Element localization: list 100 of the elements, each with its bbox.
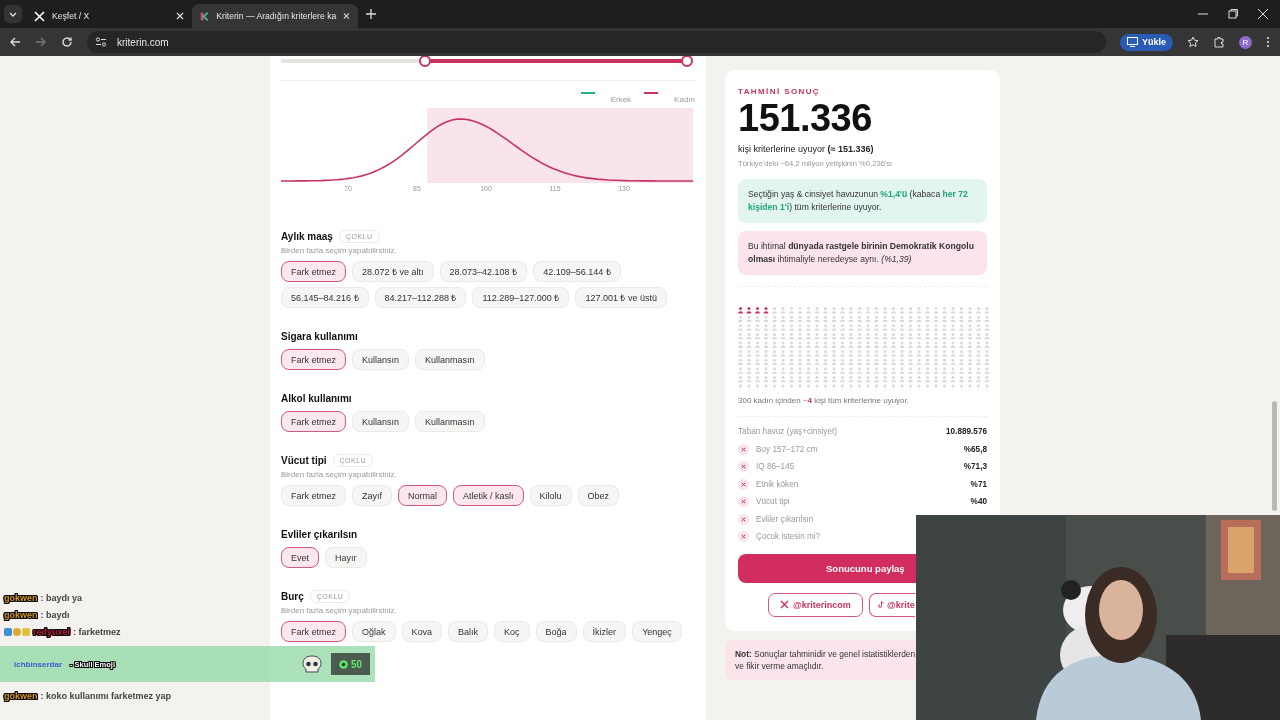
option-chip[interactable]: Kullansın — [352, 411, 410, 432]
cross-icon — [738, 496, 749, 508]
option-chip[interactable]: Kullansın — [352, 349, 410, 370]
option-chip[interactable]: 56.145–84.216 ₺ — [281, 287, 369, 308]
points-badge: 50 — [330, 653, 370, 675]
cross-logo-icon — [34, 10, 45, 22]
option-chip[interactable]: Kova — [401, 621, 443, 642]
option-chip[interactable]: Boğa — [535, 621, 577, 642]
upload-button[interactable]: Yükle — [1120, 33, 1173, 51]
cross-icon — [738, 531, 749, 543]
option-chip[interactable]: Fark etmez — [281, 485, 346, 506]
legend-label: Kadın — [674, 95, 695, 104]
stat-label: Çocuk istesin mi? — [756, 532, 822, 542]
section-title: Sigara kullanımı — [281, 330, 358, 342]
cross-logo-icon — [780, 600, 789, 609]
option-chip[interactable]: 112.289–127.000 ₺ — [472, 287, 570, 308]
stat-label: IQ 86–145 — [756, 462, 796, 472]
social-link-button[interactable]: @krite — [868, 592, 915, 617]
option-chip[interactable]: Fark etmez — [281, 349, 346, 370]
music-note-icon — [877, 600, 884, 609]
option-chip[interactable]: Koç — [494, 621, 530, 642]
coin-icon — [338, 659, 348, 669]
chevron-down-icon — [9, 11, 17, 17]
chat-message: : baydı — [40, 610, 70, 620]
favicon-icon — [200, 10, 210, 22]
chat-message: : koko kullanımı farketmez yap — [40, 691, 172, 701]
chat-username: gokwen — [4, 691, 38, 701]
tab-search-button[interactable] — [4, 5, 22, 23]
close-icon[interactable] — [176, 12, 184, 20]
option-chip[interactable]: Fark etmez — [281, 411, 346, 432]
stat-value: %40 — [970, 497, 987, 507]
stat-value: 10.889.576 — [946, 427, 987, 437]
browser-tab[interactable]: Kriterin — Aradığın kriterlere ka — [192, 4, 358, 28]
forward-icon[interactable] — [35, 36, 47, 48]
option-chip[interactable]: Zayıf — [352, 485, 393, 506]
cross-icon — [738, 478, 749, 490]
address-bar[interactable]: kriterin.com — [87, 31, 1106, 53]
option-chip[interactable]: 28.072 ₺ ve altı — [352, 261, 434, 282]
option-chip[interactable]: Kilolu — [529, 485, 572, 506]
menu-icon[interactable] — [1266, 36, 1270, 48]
stat-value: %71 — [970, 479, 987, 489]
stat-label: Evliler çıkarılsın — [756, 514, 815, 524]
option-chip[interactable]: Hayır — [325, 547, 367, 568]
slider-handle[interactable] — [419, 56, 432, 67]
option-chip[interactable]: 84.217–112.288 ₺ — [374, 287, 467, 308]
site-settings-icon[interactable] — [95, 36, 107, 48]
stat-label: Etnik köken — [756, 479, 800, 489]
slider-handle[interactable] — [681, 56, 693, 67]
new-tab-icon[interactable] — [366, 9, 376, 19]
close-icon[interactable] — [343, 12, 350, 20]
chat-username: gokwen — [4, 610, 38, 620]
note-text: ve fikir verme amaçlıdır. — [735, 659, 825, 672]
stat-label: Vücut tipi — [756, 497, 791, 507]
social-link-button[interactable]: @kriterincom — [768, 592, 863, 617]
option-chip[interactable]: Kullanmasın — [415, 349, 485, 370]
option-chip[interactable]: 42.109–56.144 ₺ — [533, 261, 621, 282]
chat-username: redyuxel — [33, 627, 71, 637]
result-label: TAHMİNİ SONUÇ — [738, 87, 822, 96]
cross-icon — [738, 513, 749, 525]
stat-value: %65,8 — [963, 444, 987, 454]
option-chip[interactable]: Fark etmez — [281, 261, 346, 282]
option-chip[interactable]: İkizler — [582, 621, 627, 642]
stat-label: Boy 157–172 cm — [756, 444, 819, 454]
option-chip[interactable]: Atletik / kaslı — [453, 485, 524, 506]
back-icon[interactable] — [9, 36, 21, 48]
share-result-button[interactable]: Sonucunu paylaş — [738, 553, 916, 583]
section-hint: Birden fazla seçim yapabilirsiniz. — [281, 606, 398, 615]
section-title: Vücut tipi — [281, 454, 327, 466]
stat-value: %71,3 — [963, 462, 987, 472]
section-hint: Birden fazla seçim yapabilirsiniz. — [281, 470, 398, 479]
profile-avatar[interactable]: R — [1239, 35, 1252, 49]
scrollbar-thumb[interactable] — [1272, 401, 1277, 511]
option-chip[interactable]: 28.073–42.108 ₺ — [439, 261, 528, 282]
section-title: Aylık maaş — [281, 230, 333, 242]
extensions-icon[interactable] — [1213, 36, 1225, 48]
option-chip[interactable]: Obez — [577, 485, 620, 506]
section-title: Alkol kullanımı — [281, 392, 352, 404]
option-chip[interactable]: Yengeç — [632, 621, 682, 642]
section-title: Burç — [281, 590, 304, 602]
section-title: Evliler çıkarılsın — [281, 528, 358, 540]
browser-tab[interactable]: Keşfet / X — [26, 4, 192, 28]
option-chip[interactable]: 127.001 ₺ ve üstü — [575, 287, 667, 308]
reload-icon[interactable] — [61, 36, 73, 48]
cross-icon — [738, 461, 749, 473]
option-chip[interactable]: Oğlak — [352, 621, 396, 642]
note-text: Not: Sonuçlar tahminidir ve genel istatistiklerden — [735, 647, 917, 660]
chat-username: gokwen — [4, 593, 38, 603]
close-icon[interactable] — [1258, 9, 1268, 19]
option-chip[interactable]: Evet — [281, 547, 319, 568]
chat-message: : baydı ya — [40, 593, 83, 603]
restore-icon[interactable] — [1228, 9, 1238, 19]
option-chip[interactable]: Balık — [448, 621, 489, 642]
chat-message: : farketmez — [73, 627, 121, 637]
option-chip[interactable]: Fark etmez — [281, 621, 346, 642]
option-chip[interactable]: Normal — [398, 485, 448, 506]
grid-caption: 300 kadın içinden ~4 kişi tüm kriterlerine uyuyor. — [738, 396, 910, 405]
section-hint: Birden fazla seçim yapabilirsiniz. — [281, 246, 398, 255]
option-chip[interactable]: Kullanmasın — [415, 411, 485, 432]
bookmark-star-icon[interactable] — [1187, 36, 1199, 48]
comparison-box: Bu ihtimal dünyada rastgele birinin Demokratik Kongolu olması ihtimaliyle neredeyse aynı. (%1,39) — [738, 231, 987, 275]
